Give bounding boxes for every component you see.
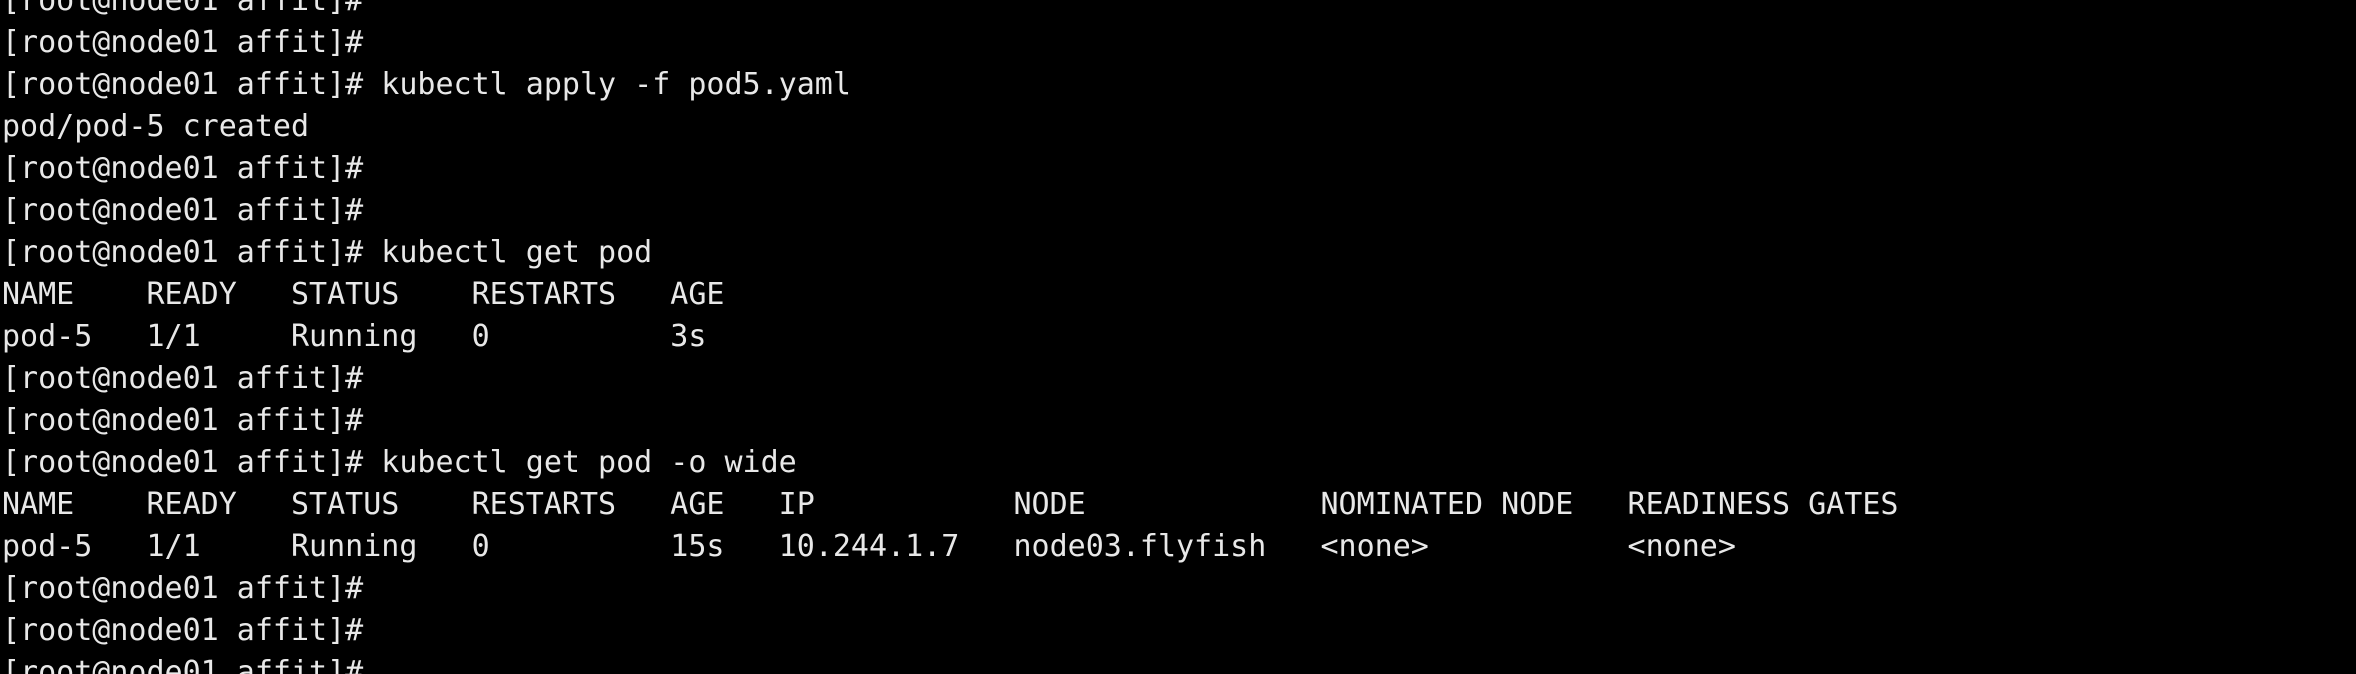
- terminal-line-prompt: [root@node01 affit]#: [2, 361, 364, 396]
- terminal-line-command-get-pod-wide: [root@node01 affit]# kubectl get pod -o …: [2, 445, 797, 480]
- pod-table-row: pod-5 1/1 Running 0 3s: [2, 319, 707, 354]
- terminal-line-command-get-pod: [root@node01 affit]# kubectl get pod: [2, 235, 653, 270]
- terminal-line-prompt: [root@node01 affit]#: [2, 25, 364, 60]
- pod-table-wide-header: NAME READY STATUS RESTARTS AGE IP NODE N…: [2, 487, 1899, 522]
- terminal-line-prompt: [root@node01 affit]#: [2, 571, 364, 606]
- pod-table-header: NAME READY STATUS RESTARTS AGE: [2, 277, 725, 312]
- terminal-line-prompt: [root@node01 affit]#: [2, 193, 364, 228]
- pod-table-wide-row: pod-5 1/1 Running 0 15s 10.244.1.7 node0…: [2, 529, 1736, 564]
- terminal-window[interactable]: [root@node01 affit]# [root@node01 affit]…: [0, 0, 2356, 674]
- terminal-line-prompt: [root@node01 affit]#: [2, 613, 364, 648]
- terminal-screen: [root@node01 affit]# [root@node01 affit]…: [0, 0, 2356, 674]
- terminal-line-prompt-clipped: [root@node01 affit]#: [2, 0, 364, 18]
- terminal-line-prompt: [root@node01 affit]#: [2, 403, 364, 438]
- terminal-line-prompt: [root@node01 affit]#: [2, 151, 364, 186]
- terminal-line-command-apply: [root@node01 affit]# kubectl apply -f po…: [2, 67, 851, 102]
- terminal-line-output-apply-result: pod/pod-5 created: [2, 109, 310, 144]
- terminal-line-prompt-active: [root@node01 affit]#: [2, 655, 364, 674]
